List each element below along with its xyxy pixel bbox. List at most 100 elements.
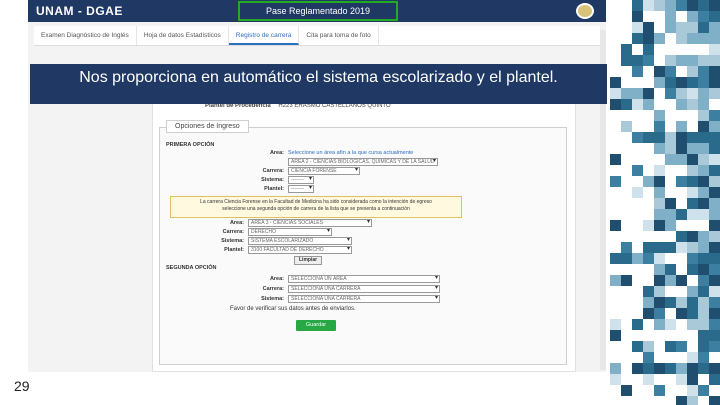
mosaic-tile (665, 0, 676, 11)
mosaic-tile (643, 88, 654, 99)
mosaic-tile (698, 143, 709, 154)
mosaic-tile (709, 66, 720, 77)
mosaic-tile (687, 165, 698, 176)
mosaic-tile (709, 209, 720, 220)
mosaic-tile (621, 88, 632, 99)
alt-sistema-select[interactable]: SISTEMA ESCOLARIZADO (248, 237, 352, 245)
mosaic-tile (654, 220, 665, 231)
mosaic-tile (698, 209, 709, 220)
mosaic-tile (698, 319, 709, 330)
mosaic-tile (709, 363, 720, 374)
mosaic-tile (698, 341, 709, 352)
tab-examen-ingles[interactable]: Examen Diagnóstico de Inglés (34, 26, 137, 45)
mosaic-tile (709, 231, 720, 242)
mosaic-tile (698, 22, 709, 33)
mosaic-tile (654, 132, 665, 143)
mosaic-tile (709, 110, 720, 121)
mosaic-tile (709, 187, 720, 198)
mosaic-tile (632, 319, 643, 330)
mosaic-tile (709, 77, 720, 88)
mosaic-tile (698, 33, 709, 44)
mosaic-tile (709, 0, 720, 11)
mosaic-tile (621, 253, 632, 264)
mosaic-tile (643, 44, 654, 55)
mosaic-tile (709, 132, 720, 143)
mosaic-tile (665, 363, 676, 374)
mosaic-tile (676, 363, 687, 374)
mosaic-tile (632, 165, 643, 176)
tab-registro-carrera[interactable]: Registro de carrera (228, 26, 300, 45)
mosaic-tile (698, 55, 709, 66)
mosaic-tile (643, 253, 654, 264)
tab-hoja-datos[interactable]: Hoja de datos Estadísticos (137, 26, 229, 45)
mosaic-tile (687, 209, 698, 220)
mosaic-tile (687, 297, 698, 308)
mosaic-tile (709, 55, 720, 66)
plantel-select-1[interactable]: -------- (288, 185, 314, 193)
mosaic-tile (676, 209, 687, 220)
area-select-2[interactable]: SELECCIONA UN ÁREA (288, 275, 440, 283)
mosaic-tile (698, 11, 709, 22)
mosaic-tile (698, 264, 709, 275)
verify-note: Favor de verificar sus datos antes de en… (230, 306, 356, 312)
mosaic-tile (654, 264, 665, 275)
mosaic-tile (610, 77, 621, 88)
mosaic-tile (632, 22, 643, 33)
decorative-mosaic (610, 0, 720, 405)
alt-area-label: Area: (229, 220, 244, 226)
mosaic-tile (698, 253, 709, 264)
mosaic-tile (654, 176, 665, 187)
mosaic-tile (676, 0, 687, 11)
alt-area-select[interactable]: ÁREA 3 - CIENCIAS SOCIALES (248, 219, 372, 227)
sistema-select-1[interactable]: -------- (288, 176, 314, 184)
mosaic-tile (687, 231, 698, 242)
carrera-select-1[interactable]: CIENCIA FORENSE (288, 167, 360, 175)
mosaic-tile (676, 77, 687, 88)
mosaic-tile (709, 220, 720, 231)
mosaic-tile (621, 55, 632, 66)
slide-number: 29 (14, 378, 30, 394)
mosaic-tile (687, 66, 698, 77)
mosaic-tile (665, 220, 676, 231)
mosaic-tile (676, 176, 687, 187)
mosaic-tile (610, 154, 621, 165)
mosaic-tile (687, 0, 698, 11)
carrera-select-2[interactable]: SELECCIONA UNA CARRERA (288, 285, 440, 293)
mosaic-tile (709, 165, 720, 176)
brand-title: UNAM - DGAE (36, 4, 123, 18)
sistema-label-2: Sistema: (261, 296, 284, 302)
mosaic-tile (698, 385, 709, 396)
mosaic-tile (665, 132, 676, 143)
mosaic-tile (676, 154, 687, 165)
alt-plantel-select[interactable]: 3100 FACULTAD DE DERECHO (248, 246, 352, 254)
mosaic-tile (621, 275, 632, 286)
alt-carrera-select[interactable]: DERECHO (248, 228, 332, 236)
mosaic-tile (687, 253, 698, 264)
alt-carrera-label: Carrera: (222, 229, 244, 235)
mosaic-tile (676, 275, 687, 286)
mosaic-tile (643, 22, 654, 33)
mosaic-tile (654, 0, 665, 11)
mosaic-tile (687, 33, 698, 44)
send-button[interactable]: Guardar (296, 320, 336, 331)
area-select-1[interactable]: ÁREA 2 - CIENCIAS BIOLÓGICAS, QUÍMICAS Y… (288, 158, 438, 166)
tab-cita-foto[interactable]: Cita para toma de foto (299, 26, 379, 45)
mosaic-tile (632, 66, 643, 77)
mosaic-tile (654, 308, 665, 319)
mosaic-tile (709, 264, 720, 275)
mosaic-tile (654, 209, 665, 220)
clear-button[interactable]: Limpiar (294, 256, 323, 265)
mosaic-tile (643, 33, 654, 44)
mosaic-tile (698, 121, 709, 132)
mosaic-tile (632, 253, 643, 264)
mosaic-tile (632, 363, 643, 374)
tab-bar: Examen Diagnóstico de Inglés Hoja de dat… (34, 26, 600, 46)
sistema-select-2[interactable]: SELECCIONA UNA CARRERA (288, 295, 440, 303)
mosaic-tile (665, 66, 676, 77)
mosaic-tile (665, 297, 676, 308)
mosaic-tile (676, 99, 687, 110)
mosaic-tile (709, 242, 720, 253)
mosaic-tile (687, 352, 698, 363)
mosaic-tile (654, 319, 665, 330)
mosaic-tile (632, 132, 643, 143)
